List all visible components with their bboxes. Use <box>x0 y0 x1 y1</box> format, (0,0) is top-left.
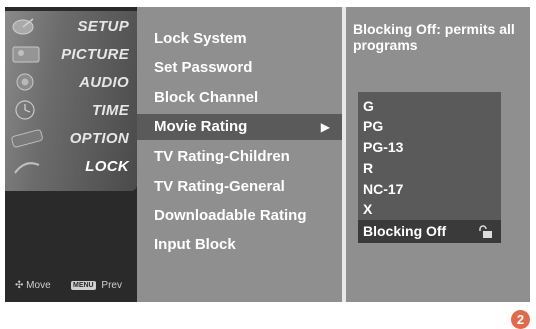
move-hint: ✣ Move <box>15 280 51 291</box>
rating-option-pg[interactable]: PG <box>363 116 383 136</box>
lock-submenu: Lock System Set Password Block Channel M… <box>137 7 342 302</box>
navigation-hint: ✣ Move MENU Prev <box>5 268 137 302</box>
page-number-badge: 2 <box>511 310 530 329</box>
rating-option-pg13[interactable]: PG-13 <box>363 137 403 157</box>
menu-item-block-channel[interactable]: Block Channel <box>137 85 342 111</box>
category-time[interactable]: TIME <box>5 97 129 125</box>
rating-option-x[interactable]: X <box>363 199 372 219</box>
menu-item-input-block[interactable]: Input Block <box>137 232 342 258</box>
rating-option-g[interactable]: G <box>363 96 374 116</box>
rating-option-r[interactable]: R <box>363 158 373 178</box>
menu-item-lock-system[interactable]: Lock System <box>137 26 342 52</box>
category-option[interactable]: OPTION <box>5 125 129 153</box>
category-lock[interactable]: LOCK <box>5 153 129 181</box>
rating-option-blocking-off[interactable]: Blocking Off <box>358 220 501 243</box>
menu-item-tv-rating-general[interactable]: TV Rating-General <box>137 174 342 200</box>
menu-item-downloadable-rating[interactable]: Downloadable Rating <box>137 203 342 229</box>
rating-options-list: G PG PG-13 R NC-17 X Blocking Off <box>358 92 501 243</box>
movie-rating-panel: Blocking Off: permits all programs G PG … <box>346 7 530 302</box>
rating-option-nc17[interactable]: NC-17 <box>363 179 403 199</box>
menu-item-movie-rating[interactable]: Movie Rating ▶ <box>137 114 342 140</box>
category-stack: SETUP PICTURE AUDIO TIME OPTION LOCK <box>5 11 137 191</box>
category-picture[interactable]: PICTURE <box>5 41 129 69</box>
tv-osd-menu: SETUP PICTURE AUDIO TIME OPTION LOCK ✣ M… <box>5 7 530 302</box>
menu-item-set-password[interactable]: Set Password <box>137 55 342 81</box>
category-setup[interactable]: SETUP <box>5 13 129 41</box>
prev-hint: MENU Prev <box>71 280 122 291</box>
unlocked-icon <box>479 225 492 238</box>
category-audio[interactable]: AUDIO <box>5 69 129 97</box>
rating-description: Blocking Off: permits all programs <box>353 21 515 53</box>
menu-item-tv-rating-children[interactable]: TV Rating-Children <box>137 144 342 170</box>
move-arrows-icon: ✣ <box>15 280 24 291</box>
menu-key-icon: MENU <box>71 280 96 290</box>
submenu-arrow-icon: ▶ <box>320 120 330 134</box>
category-sidebar: SETUP PICTURE AUDIO TIME OPTION LOCK ✣ M… <box>5 7 137 302</box>
